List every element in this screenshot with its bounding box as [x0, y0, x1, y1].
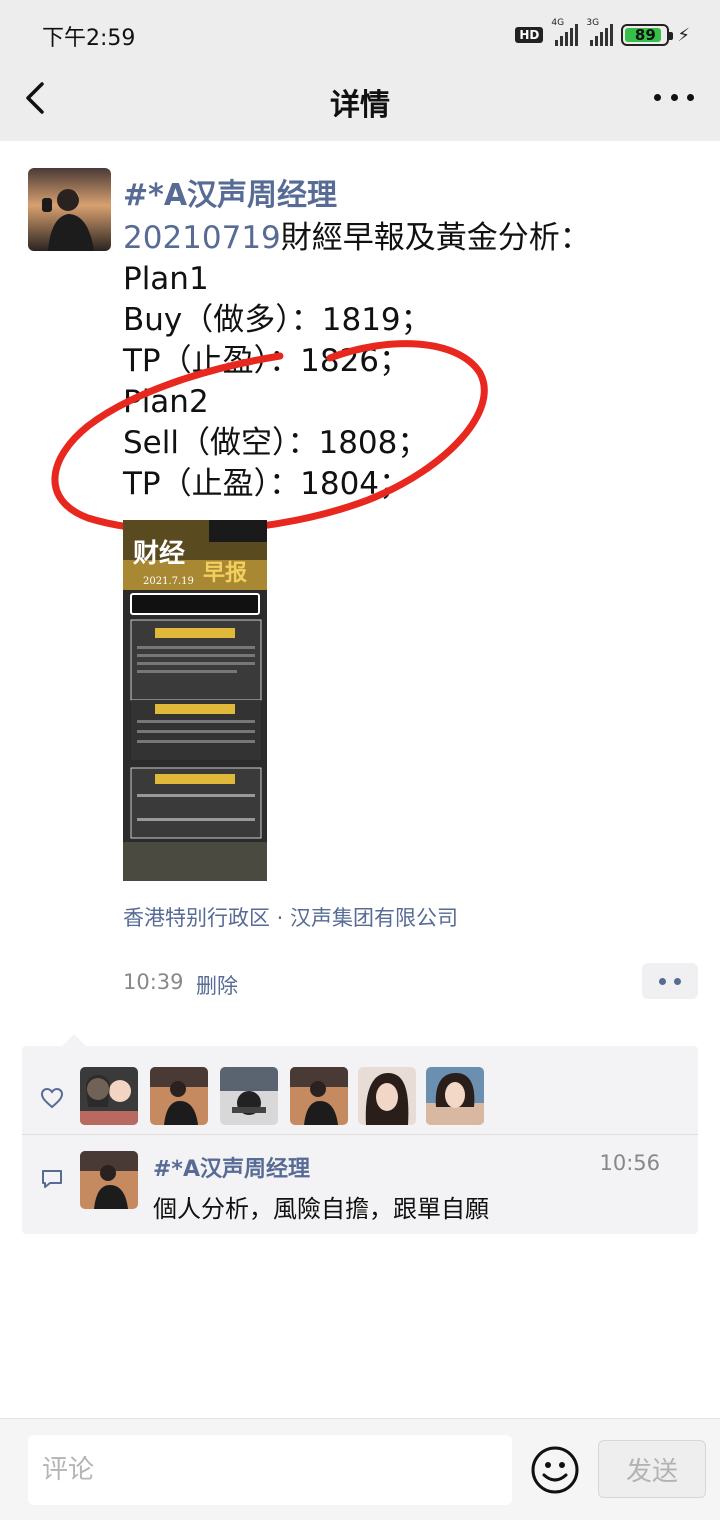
like-avatar[interactable] [358, 1067, 416, 1125]
network-3g-label: 3G [586, 18, 600, 28]
panel-divider [22, 1134, 698, 1135]
comment-time: 10:56 [599, 1151, 660, 1175]
post-author-name[interactable]: #*A汉声周经理 [123, 170, 337, 214]
like-avatar[interactable] [290, 1067, 348, 1125]
like-avatar[interactable] [220, 1067, 278, 1125]
battery-icon: 89 [621, 24, 674, 46]
comment-input[interactable] [28, 1435, 512, 1505]
send-button[interactable]: 发送 [598, 1440, 706, 1498]
like-avatar[interactable] [150, 1067, 208, 1125]
more-icon[interactable] [654, 82, 694, 112]
charging-icon: ⚡ [677, 24, 690, 46]
top-bar: 下午2:59 HD 4G 3G 89 ⚡ 详情 [0, 0, 720, 141]
svg-text:早报: 早报 [203, 561, 247, 586]
svg-text:2021.7.19: 2021.7.19 [143, 576, 194, 587]
signal-3g-icon: 3G [586, 18, 614, 46]
red-circle-annotation [51, 340, 488, 535]
status-time: 下午2:59 [42, 26, 136, 51]
likes-comments-panel: #*A汉声周经理 10:56 個人分析，風險自擔，跟單自願 [22, 1034, 698, 1234]
hd-icon: HD [515, 27, 544, 43]
post-image[interactable]: 财经 早报 2021.7.19 [123, 520, 267, 881]
like-comment-menu-button[interactable] [642, 963, 698, 999]
status-bar: 下午2:59 HD 4G 3G 89 ⚡ [0, 0, 720, 68]
comment-icon [42, 1170, 62, 1188]
battery-level: 89 [634, 26, 656, 44]
commenter-name[interactable]: #*A汉声周经理 [153, 1151, 310, 1183]
delete-button[interactable]: 删除 [196, 970, 238, 1000]
post-line-1: 20210719財經早報及黃金分析： [123, 218, 693, 259]
comment-text[interactable]: 個人分析，風險自擔，跟單自願 [153, 1189, 489, 1224]
nav-bar: 详情 [0, 68, 720, 132]
status-icons: HD 4G 3G 89 ⚡ [515, 18, 690, 50]
post-line-2: Plan1 [123, 261, 209, 297]
date-link[interactable]: 20210719 [123, 220, 281, 256]
comment-input-bar: 发送 [0, 1418, 720, 1520]
heart-icon [40, 1087, 64, 1109]
like-avatar[interactable] [80, 1067, 138, 1125]
post-location[interactable]: 香港特别行政区 · 汉声集团有限公司 [123, 902, 458, 932]
page-title: 详情 [330, 88, 390, 123]
network-4g-label: 4G [551, 18, 565, 28]
post-time: 10:39 [123, 970, 184, 994]
svg-text:财经: 财经 [133, 538, 185, 569]
commenter-avatar[interactable] [80, 1151, 138, 1209]
smiley-icon[interactable] [530, 1445, 580, 1495]
post-line-1-text: 財經早報及黃金分析： [280, 220, 591, 256]
signal-4g-icon: 4G [551, 18, 579, 46]
author-avatar[interactable] [28, 168, 111, 251]
like-avatar[interactable] [426, 1067, 484, 1125]
